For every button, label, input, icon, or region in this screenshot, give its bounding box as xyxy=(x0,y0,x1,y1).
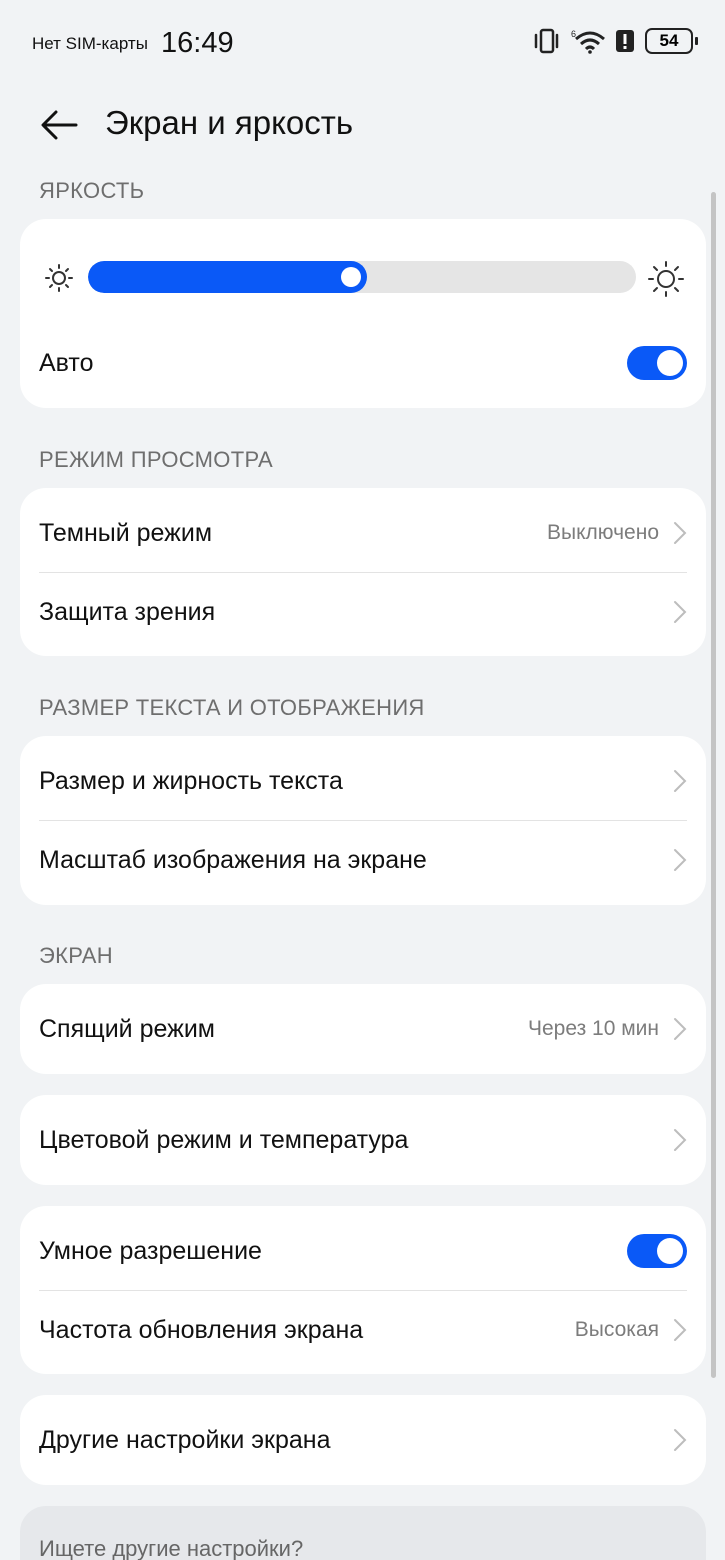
back-arrow-icon[interactable] xyxy=(36,102,82,148)
more-settings-row[interactable]: Другие настройки экрана xyxy=(39,1400,687,1480)
brightness-slider[interactable] xyxy=(88,261,636,293)
color-mode-row[interactable]: Цветовой режим и температура xyxy=(39,1100,687,1180)
section-brightness: ЯРКОСТЬ xyxy=(39,178,145,203)
eye-comfort-row[interactable]: Защита зрения xyxy=(39,572,687,652)
refresh-rate-row[interactable]: Частота обновления экрана Высокая xyxy=(39,1290,687,1370)
text-size-row[interactable]: Размер и жирность текста xyxy=(39,741,687,821)
vibrate-icon xyxy=(534,28,559,54)
toggle-knob xyxy=(657,350,683,376)
text-display-card: Размер и жирность текста Масштаб изображ… xyxy=(20,736,706,905)
battery-level: 54 xyxy=(659,31,679,50)
auto-brightness-toggle[interactable] xyxy=(627,346,687,380)
search-suggestion-card[interactable]: Ищете другие настройки? xyxy=(20,1506,706,1560)
scrollbar[interactable] xyxy=(711,192,716,1378)
auto-brightness-row[interactable]: Авто xyxy=(39,323,687,403)
sim-status: Нет SIM-карты xyxy=(32,34,148,53)
toggle-knob xyxy=(657,1238,683,1264)
smart-resolution-row[interactable]: Умное разрешение xyxy=(39,1211,687,1291)
chevron-right-icon xyxy=(674,522,687,544)
chevron-right-icon xyxy=(674,1129,687,1151)
app-header: Экран и яркость xyxy=(0,90,725,160)
sun-small-icon xyxy=(45,264,73,292)
brightness-card: Авто xyxy=(20,219,706,408)
brightness-thumb[interactable] xyxy=(341,267,361,287)
chevron-right-icon xyxy=(674,770,687,792)
more-settings-label: Другие настройки экрана xyxy=(39,1425,331,1454)
dark-mode-value: Выключено xyxy=(547,521,659,544)
color-mode-label: Цветовой режим и температура xyxy=(39,1125,409,1154)
auto-brightness-label: Авто xyxy=(39,348,94,377)
brightness-fill xyxy=(88,261,367,293)
brightness-track xyxy=(88,261,636,293)
section-view-mode: РЕЖИМ ПРОСМОТРА xyxy=(39,447,273,472)
battery-icon: 54 xyxy=(645,28,698,54)
view-mode-card: Темный режим Выключено Защита зрения xyxy=(20,488,706,656)
text-size-label: Размер и жирность текста xyxy=(39,766,343,795)
chevron-right-icon xyxy=(674,601,687,623)
sun-large-icon xyxy=(648,261,684,297)
color-mode-card: Цветовой режим и температура xyxy=(20,1095,706,1185)
clock: 16:49 xyxy=(161,27,234,59)
eye-comfort-label: Защита зрения xyxy=(39,597,216,626)
page-title: Экран и яркость xyxy=(105,104,354,141)
section-text-display: РАЗМЕР ТЕКСТА И ОТОБРАЖЕНИЯ xyxy=(39,695,425,720)
display-scale-label: Масштаб изображения на экране xyxy=(39,845,427,874)
more-settings-card: Другие настройки экрана xyxy=(20,1395,706,1485)
resolution-card: Умное разрешение Частота обновления экра… xyxy=(20,1206,706,1374)
smart-resolution-label: Умное разрешение xyxy=(39,1236,262,1265)
refresh-rate-label: Частота обновления экрана xyxy=(39,1315,364,1344)
status-icons: 6 54 xyxy=(533,28,698,54)
status-bar: Нет SIM-карты 16:49 6 54 xyxy=(0,0,725,86)
sleep-value: Через 10 мин xyxy=(528,1017,659,1040)
sleep-card: Спящий режим Через 10 мин xyxy=(20,984,706,1074)
smart-resolution-toggle[interactable] xyxy=(627,1234,687,1268)
dark-mode-label: Темный режим xyxy=(39,518,213,547)
display-scale-row[interactable]: Масштаб изображения на экране xyxy=(39,820,687,900)
sleep-row[interactable]: Спящий режим Через 10 мин xyxy=(39,989,687,1069)
section-screen: ЭКРАН xyxy=(39,943,113,968)
dark-mode-row[interactable]: Темный режим Выключено xyxy=(39,493,687,573)
chevron-right-icon xyxy=(674,1319,687,1341)
chevron-right-icon xyxy=(674,1429,687,1451)
alert-icon xyxy=(616,30,634,52)
chevron-right-icon xyxy=(674,1018,687,1040)
chevron-right-icon xyxy=(674,849,687,871)
svg-text:6: 6 xyxy=(571,29,576,39)
wifi-icon: 6 xyxy=(571,29,605,54)
refresh-rate-value: Высокая xyxy=(574,1318,659,1341)
search-suggestion-label: Ищете другие настройки? xyxy=(39,1536,304,1560)
sleep-label: Спящий режим xyxy=(39,1014,215,1043)
